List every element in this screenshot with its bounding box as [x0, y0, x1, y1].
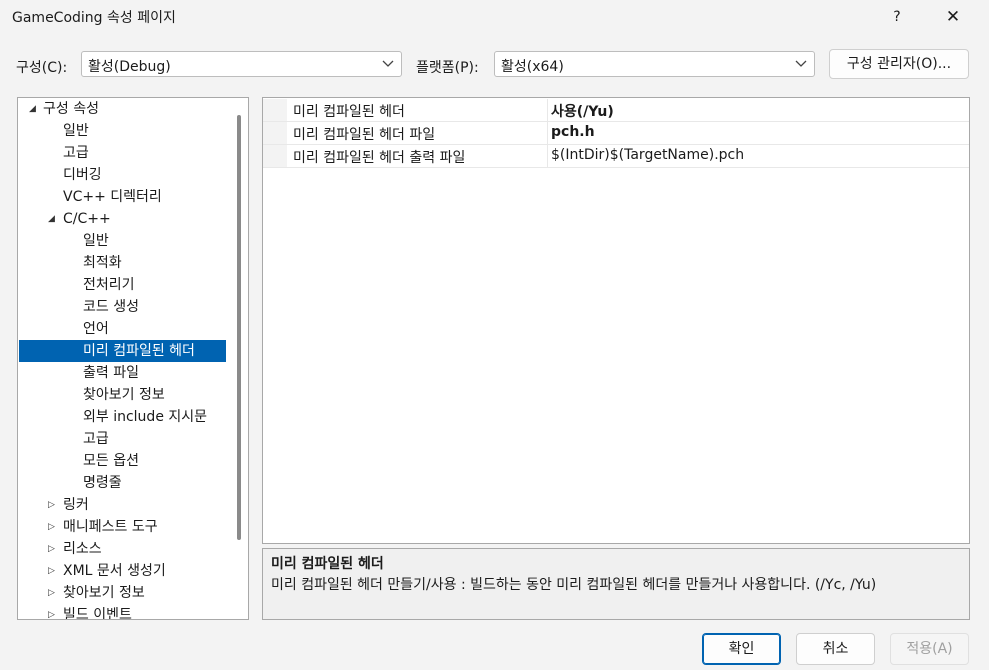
property-value[interactable]: pch.h	[551, 124, 595, 140]
tree-item[interactable]: 일반	[19, 230, 226, 252]
config-value: 활성(Debug)	[88, 59, 171, 75]
cancel-button[interactable]: 취소	[796, 633, 875, 665]
row-gutter	[263, 99, 287, 121]
tree-item-label: 찾아보기 정보	[63, 585, 145, 601]
title-bar: GameCoding 속성 페이지 ? ✕	[0, 0, 989, 34]
description-title: 미리 컴파일된 헤더	[271, 556, 384, 572]
tree-item-label: C/C++	[63, 211, 111, 227]
row-gutter	[263, 145, 287, 167]
tree-item[interactable]: 외부 include 지시문	[19, 406, 226, 428]
ok-button[interactable]: 확인	[702, 633, 781, 665]
collapse-triangle-icon[interactable]: ◢	[48, 208, 55, 230]
tree-item[interactable]: ◢ 구성 속성	[19, 98, 226, 120]
tree-scrollbar[interactable]	[237, 115, 241, 540]
tree-item-label: 최적화	[83, 255, 122, 271]
expand-triangle-icon[interactable]: ▷	[48, 538, 55, 560]
platform-label: 플랫폼(P):	[416, 60, 479, 76]
tree-item-label: 일반	[63, 123, 89, 139]
expand-triangle-icon[interactable]: ▷	[48, 560, 55, 582]
tree-item-label: 미리 컴파일된 헤더	[83, 343, 195, 359]
column-divider	[547, 99, 548, 121]
tree-item[interactable]: 미리 컴파일된 헤더	[19, 340, 226, 362]
tree-item-label: 전처리기	[83, 277, 135, 293]
tree-item-label: 외부 include 지시문	[83, 409, 208, 425]
property-row[interactable]: 미리 컴파일된 헤더 출력 파일 $(IntDir)$(TargetName).p…	[263, 145, 969, 168]
expand-triangle-icon[interactable]: ▷	[48, 604, 55, 619]
tree-item-label: XML 문서 생성기	[63, 563, 166, 579]
collapse-triangle-icon[interactable]: ◢	[29, 98, 36, 120]
tree-item[interactable]: 최적화	[19, 252, 226, 274]
property-name: 미리 컴파일된 헤더 출력 파일	[293, 150, 466, 166]
property-name: 미리 컴파일된 헤더 파일	[293, 127, 436, 143]
config-manager-button[interactable]: 구성 관리자(O)...	[829, 49, 969, 79]
property-row[interactable]: 미리 컴파일된 헤더 파일 pch.h	[263, 122, 969, 145]
chevron-down-icon	[795, 60, 807, 67]
tree-item[interactable]: 디버깅	[19, 164, 226, 186]
property-row[interactable]: 미리 컴파일된 헤더 사용(/Yu)	[263, 99, 969, 122]
tree-item[interactable]: 출력 파일	[19, 362, 226, 384]
tree-item-label: 명령줄	[83, 475, 122, 491]
tree-item-label: 빌드 이벤트	[63, 607, 132, 620]
close-button[interactable]: ✕	[933, 4, 973, 30]
config-dropdown[interactable]: 활성(Debug)	[81, 51, 402, 77]
tree-item-label: 고급	[83, 431, 109, 447]
config-label: 구성(C):	[16, 60, 68, 76]
tree-item-label: 디버깅	[63, 167, 102, 183]
tree-item[interactable]: 전처리기	[19, 274, 226, 296]
tree-item[interactable]: 언어	[19, 318, 226, 340]
tree-item-label: 링커	[63, 497, 89, 513]
window-title: GameCoding 속성 페이지	[12, 10, 176, 26]
tree-item-label: 매니페스트 도구	[63, 519, 158, 535]
tree-item[interactable]: 모든 옵션	[19, 450, 226, 472]
tree-item[interactable]: ▷ 매니페스트 도구	[19, 516, 226, 538]
column-divider	[547, 145, 548, 167]
apply-button[interactable]: 적용(A)	[890, 633, 969, 665]
tree-item-label: 모든 옵션	[83, 453, 139, 469]
tree-item-label: 언어	[83, 321, 109, 337]
tree-item-label: 일반	[83, 233, 109, 249]
tree-item[interactable]: 고급	[19, 142, 226, 164]
tree-item[interactable]: 찾아보기 정보	[19, 384, 226, 406]
tree-item[interactable]: ▷ 리소스	[19, 538, 226, 560]
tree-item-label: 고급	[63, 145, 89, 161]
tree-item[interactable]: 고급	[19, 428, 226, 450]
tree-item[interactable]: ▷ XML 문서 생성기	[19, 560, 226, 582]
tree-item[interactable]: 일반	[19, 120, 226, 142]
expand-triangle-icon[interactable]: ▷	[48, 582, 55, 604]
tree-item[interactable]: ▷ 링커	[19, 494, 226, 516]
tree-item[interactable]: 명령줄	[19, 472, 226, 494]
description-text: 미리 컴파일된 헤더 만들기/사용 : 빌드하는 동안 미리 컴파일된 헤더를 …	[271, 577, 877, 593]
tree-item-label: VC++ 디렉터리	[63, 189, 162, 205]
row-gutter	[263, 122, 287, 144]
tree-item[interactable]: ▷ 찾아보기 정보	[19, 582, 226, 604]
expand-triangle-icon[interactable]: ▷	[48, 516, 55, 538]
chevron-down-icon	[382, 60, 394, 67]
tree-item-label: 리소스	[63, 541, 102, 557]
property-tree[interactable]: ◢ 구성 속성 일반 고급 디버깅 VC++ 디렉터리 ◢ C/C++ 일반 최적화 전처리기 코드 …	[17, 97, 249, 620]
tree-item[interactable]: ◢ C/C++	[19, 208, 226, 230]
description-panel: 미리 컴파일된 헤더 미리 컴파일된 헤더 만들기/사용 : 빌드하는 동안 미…	[262, 548, 970, 620]
tree-item-label: 찾아보기 정보	[83, 387, 165, 403]
property-value[interactable]: 사용(/Yu)	[551, 101, 614, 121]
tree-item-label: 코드 생성	[83, 299, 139, 315]
tree-item[interactable]: ▷ 빌드 이벤트	[19, 604, 226, 620]
platform-value: 활성(x64)	[501, 59, 564, 75]
column-divider	[547, 122, 548, 144]
platform-dropdown[interactable]: 활성(x64)	[494, 51, 815, 77]
tree-item[interactable]: VC++ 디렉터리	[19, 186, 226, 208]
tree-item[interactable]: 코드 생성	[19, 296, 226, 318]
tree-item-label: 구성 속성	[43, 101, 99, 117]
help-button[interactable]: ?	[880, 4, 914, 30]
property-value[interactable]: $(IntDir)$(TargetName).pch	[551, 147, 744, 163]
tree-item-label: 출력 파일	[83, 365, 139, 381]
property-grid[interactable]: 미리 컴파일된 헤더 사용(/Yu) 미리 컴파일된 헤더 파일 pch.h 미리 컴파…	[262, 97, 970, 544]
expand-triangle-icon[interactable]: ▷	[48, 494, 55, 516]
property-name: 미리 컴파일된 헤더	[293, 104, 405, 120]
